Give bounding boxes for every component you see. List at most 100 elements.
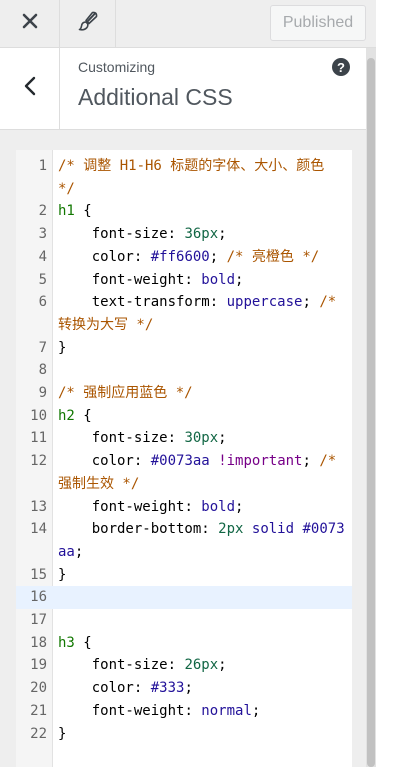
code-token: : (133, 248, 151, 265)
code-line[interactable]: 12 color: #0073aa !important; /* 强制生效 */ (16, 450, 352, 495)
line-text: font-size: 26px; (58, 654, 352, 677)
code-token: } (58, 566, 67, 583)
line-text: border-bottom: 2px solid #0073aa; (58, 518, 352, 563)
code-line[interactable]: 3 font-size: 36px; (16, 223, 352, 246)
code-token: h2 (58, 407, 75, 424)
line-text: /* 强制应用蓝色 */ (58, 382, 352, 405)
code-token: font-size (91, 430, 168, 447)
code-token: uppercase (226, 294, 303, 311)
line-text: font-size: 36px; (58, 223, 352, 246)
code-line[interactable]: 5 font-weight: bold; (16, 269, 352, 292)
code-line[interactable]: 10 h2 { (16, 405, 352, 428)
line-text: font-weight: normal; (58, 700, 352, 723)
line-text: } (58, 723, 352, 746)
code-token: ; (302, 294, 320, 311)
code-token: : (167, 226, 185, 243)
line-number: 14 (30, 521, 47, 538)
code-line[interactable]: 15} (16, 564, 352, 587)
code-token: /* 强制应用蓝色 */ (58, 385, 193, 402)
code-token: : (167, 430, 185, 447)
code-token: ; (209, 248, 227, 265)
code-token: { (74, 634, 92, 651)
code-token: font-size (91, 657, 168, 674)
line-text: h3 { (58, 632, 352, 655)
back-button[interactable] (0, 48, 60, 129)
css-code-editor[interactable]: 1 /* 调整 H1-H6 标题的字体、大小、颜色 */ 2 h1 {3 font-s… (16, 150, 352, 767)
line-number: 11 (30, 430, 47, 447)
code-line[interactable]: 7} (16, 337, 352, 360)
code-token: : (167, 657, 185, 674)
line-text: color: #333; (58, 677, 352, 700)
code-line[interactable]: 11 font-size: 30px; (16, 427, 352, 450)
code-token: #333 (150, 680, 185, 697)
line-number: 5 (38, 271, 47, 288)
code-line[interactable]: 2 h1 { (16, 200, 352, 223)
code-token: : (209, 294, 227, 311)
code-token: : (133, 680, 151, 697)
line-text: h2 { (58, 405, 352, 428)
line-text: h1 { (58, 200, 352, 223)
code-line[interactable]: 9 /* 强制应用蓝色 */ (16, 382, 352, 405)
line-text: font-weight: bold; (58, 269, 352, 292)
code-line[interactable]: 1 /* 调整 H1-H6 标题的字体、大小、颜色 */ (16, 155, 352, 200)
code-token: h3 (58, 634, 75, 651)
line-text: /* 调整 H1-H6 标题的字体、大小、颜色 */ (58, 155, 352, 200)
code-line[interactable]: 16 (16, 586, 352, 610)
code-token: ; (184, 680, 193, 697)
line-number: 22 (30, 725, 47, 742)
device-preview-button[interactable] (60, 0, 116, 47)
code-token: #0073aa (150, 453, 210, 470)
code-token: { (74, 203, 92, 220)
code-token: 2px (218, 521, 244, 538)
code-token: : (133, 453, 151, 470)
line-number: 21 (30, 702, 47, 719)
code-token: : (201, 521, 219, 538)
code-line[interactable]: 8 (16, 359, 352, 382)
code-line[interactable]: 6 text-transform: uppercase; /* 转换为大写 */ (16, 291, 352, 336)
code-token: ; (74, 543, 84, 560)
code-token: bold (201, 498, 236, 515)
line-text: font-size: 30px; (58, 427, 352, 450)
customizer-panel: Published Customizing Additional CSS ? 1… (0, 0, 376, 767)
code-line[interactable]: 22} (16, 723, 352, 746)
code-line[interactable]: 13 font-weight: bold; (16, 496, 352, 519)
code-token: ; (218, 430, 227, 447)
code-line[interactable]: 17 (16, 609, 352, 632)
line-number: 1 (38, 158, 47, 174)
scrollbar-thumb[interactable] (367, 58, 375, 767)
line-number: 6 (38, 294, 47, 311)
code-line[interactable]: 18 h3 { (16, 632, 352, 655)
code-line[interactable]: 19 font-size: 26px; (16, 654, 352, 677)
line-number: 4 (38, 248, 47, 265)
code-token: { (74, 407, 92, 424)
code-token: color (91, 453, 134, 470)
close-button[interactable] (0, 0, 60, 47)
chevron-left-icon (23, 76, 37, 101)
code-line[interactable]: 14 border-bottom: 2px solid #0073aa; (16, 518, 352, 563)
line-number: 17 (30, 612, 47, 629)
code-token: font-size (91, 226, 168, 243)
help-icon[interactable]: ? (332, 58, 350, 76)
code-token: /* 调整 H1-H6 标题的字体、大小、颜色 */ (58, 158, 333, 197)
line-text: color: #ff6600; /* 亮橙色 */ (58, 246, 352, 269)
scrollbar[interactable] (366, 48, 376, 767)
publish-button[interactable]: Published (270, 5, 366, 41)
code-token: ; (218, 226, 227, 243)
code-token: !important (218, 453, 303, 470)
code-content[interactable]: 1 /* 调整 H1-H6 标题的字体、大小、颜色 */ 2 h1 {3 font-s… (16, 155, 352, 745)
code-line[interactable]: 4 color: #ff6600; /* 亮橙色 */ (16, 246, 352, 269)
breadcrumb: Customizing (78, 59, 156, 75)
preview-edge (376, 0, 402, 767)
code-line[interactable]: 21 font-weight: normal; (16, 700, 352, 723)
code-line[interactable]: 20 color: #333; (16, 677, 352, 700)
